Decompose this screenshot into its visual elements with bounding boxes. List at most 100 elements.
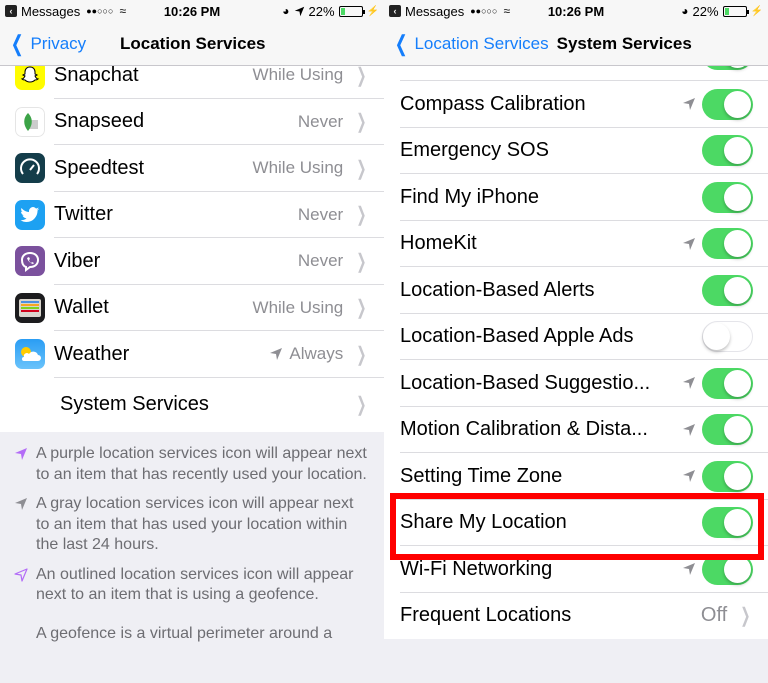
service-row-wi-fi-networking: Wi-Fi Networking [384,546,768,593]
legend-text: A gray location services icon will appea… [36,495,354,553]
service-name: Wi-Fi Networking [400,557,553,580]
app-row-weather[interactable]: Weather Always ❯ [0,331,384,378]
system-services-label: System Services [60,393,209,415]
service-row-location-based-apple-ads: Location-Based Apple Ads [384,314,768,360]
service-name: HomeKit [400,232,477,255]
wifi-icon: ≈ [503,4,511,18]
chevron-right-icon: ❯ [356,111,367,134]
location-arrow-icon [683,98,695,111]
service-row-setting-time-zone: Setting Time Zone [384,453,768,500]
nav-bar: ❮ Privacy Location Services [0,22,384,66]
toggle-switch[interactable] [702,507,753,539]
app-row-twitter[interactable]: Twitter Never ❯ [0,192,384,238]
legend-note: An outlined location services icon will … [14,565,370,606]
permission-text: While Using [252,297,344,317]
toggle-switch[interactable] [702,367,753,399]
service-row-homekit: HomeKit [384,221,768,267]
toggle-knob [724,462,751,490]
app-row-wallet[interactable]: Wallet While Using ❯ [0,285,384,331]
geofence-text: A geofence is a virtual perimeter around… [36,624,333,642]
page-title: Location Services [120,33,266,53]
frequent-locations-row[interactable]: Frequent Locations Off ❯ [384,593,768,640]
toggle-switch[interactable] [702,321,753,353]
toggle-switch[interactable] [702,274,753,306]
toggle-switch[interactable] [702,414,753,446]
service-row-location-based-alerts: Location-Based Alerts [384,267,768,314]
toggle-knob [724,183,751,211]
system-services-list: Compass Calibration Emergency SOS Find My … [384,57,768,639]
location-arrow-icon [683,237,695,250]
location-arrow-icon [270,348,283,361]
legend-text: An outlined location services icon will … [36,565,354,604]
system-services-row[interactable]: System Services ❯ [0,378,384,432]
back-app-label: Messages [405,3,465,19]
wallet-icon [15,292,45,323]
back-to-app[interactable]: ‹ Messages [389,4,464,19]
app-name: Twitter [54,203,113,226]
app-name: Snapchat [54,63,139,86]
back-app-icon: ‹ [389,5,401,17]
chevron-right-icon: ❯ [356,250,367,273]
back-button[interactable]: ❮ Location Services [384,31,549,57]
system-services-screen: ‹ Messages ●●○○○ ≈ 10:26 PM ◕ 22% ⚡ ❮ Lo… [384,0,768,683]
back-label: Location Services [414,33,549,53]
app-row-viber[interactable]: Viber Never ❯ [0,238,384,285]
chevron-right-icon: ❯ [356,157,367,180]
service-name: Share My Location [400,511,567,534]
app-name: Speedtest [54,156,145,179]
battery-icon [338,5,365,17]
signal-icon: ●●○○○ [470,6,498,16]
permission-value: While Using [253,158,344,178]
toggle-knob [724,509,751,537]
speedtest-icon [15,153,45,184]
permission-text: While Using [252,65,344,85]
back-button[interactable]: ❮ Privacy [0,31,86,57]
service-name: Compass Calibration [400,92,586,115]
orientation-lock-icon: ◕ [282,4,290,18]
back-to-app[interactable]: ‹ Messages [5,4,80,19]
toggle-switch[interactable] [702,135,753,167]
chevron-right-icon: ❯ [356,64,367,87]
charging-icon: ⚡ [366,5,379,17]
battery-fill [724,7,729,15]
nav-bar: ❮ Location Services System Services [384,22,768,66]
legend-arrow [14,444,36,485]
app-name: Weather [54,342,130,365]
toggle-switch[interactable] [702,460,753,492]
service-name: Location-Based Apple Ads [400,325,634,348]
service-row-emergency-sos: Emergency SOS [384,128,768,174]
toggle-switch[interactable] [702,553,753,585]
app-row-speedtest[interactable]: Speedtest While Using ❯ [0,145,384,192]
chevron-right-icon: ❯ [356,204,367,227]
toggle-switch[interactable] [702,228,753,260]
service-row-share-my-location: Share My Location [384,500,768,546]
toggle-knob [724,230,751,258]
app-list: Snapchat While Using ❯ Snapseed Never ❯ Speedt… [0,52,384,432]
location-arrow-icon [683,470,695,483]
service-name: Setting Time Zone [400,464,563,487]
toggle-switch[interactable] [702,181,753,213]
status-bar: ‹ Messages ●●○○○ ≈ 10:26 PM ◕ 22% ⚡ [0,0,384,22]
service-name: Emergency SOS [400,139,549,162]
permission-text: Never [297,111,344,131]
permission-text: Always [289,344,344,364]
permission-value: Always [269,344,343,364]
chevron-right-icon: ❯ [356,297,367,320]
toggle-switch[interactable] [702,88,753,120]
gray-location-arrow-icon [15,498,27,510]
location-services-screen: ‹ Messages ●●○○○ ≈ 10:26 PM ◕ 22% ⚡ ❮ Pr… [0,0,384,683]
chevron-left-icon: ❮ [394,30,408,56]
permission-value: Never [298,112,343,132]
service-row-find-my-iphone: Find My iPhone [384,174,768,221]
frequent-locations-label: Frequent Locations [400,604,572,627]
toggle-knob [724,555,751,583]
back-label: Privacy [30,33,87,53]
chevron-right-icon: ❯ [356,394,367,416]
app-row-snapseed[interactable]: Snapseed Never ❯ [0,99,384,145]
chevron-left-icon: ❮ [10,30,24,56]
orientation-lock-icon: ◕ [681,4,689,18]
wifi-icon: ≈ [119,4,127,18]
permission-value: Never [298,205,343,225]
status-bar: ‹ Messages ●●○○○ ≈ 10:26 PM ◕ 22% ⚡ [384,0,768,22]
toggle-knob [703,322,730,350]
